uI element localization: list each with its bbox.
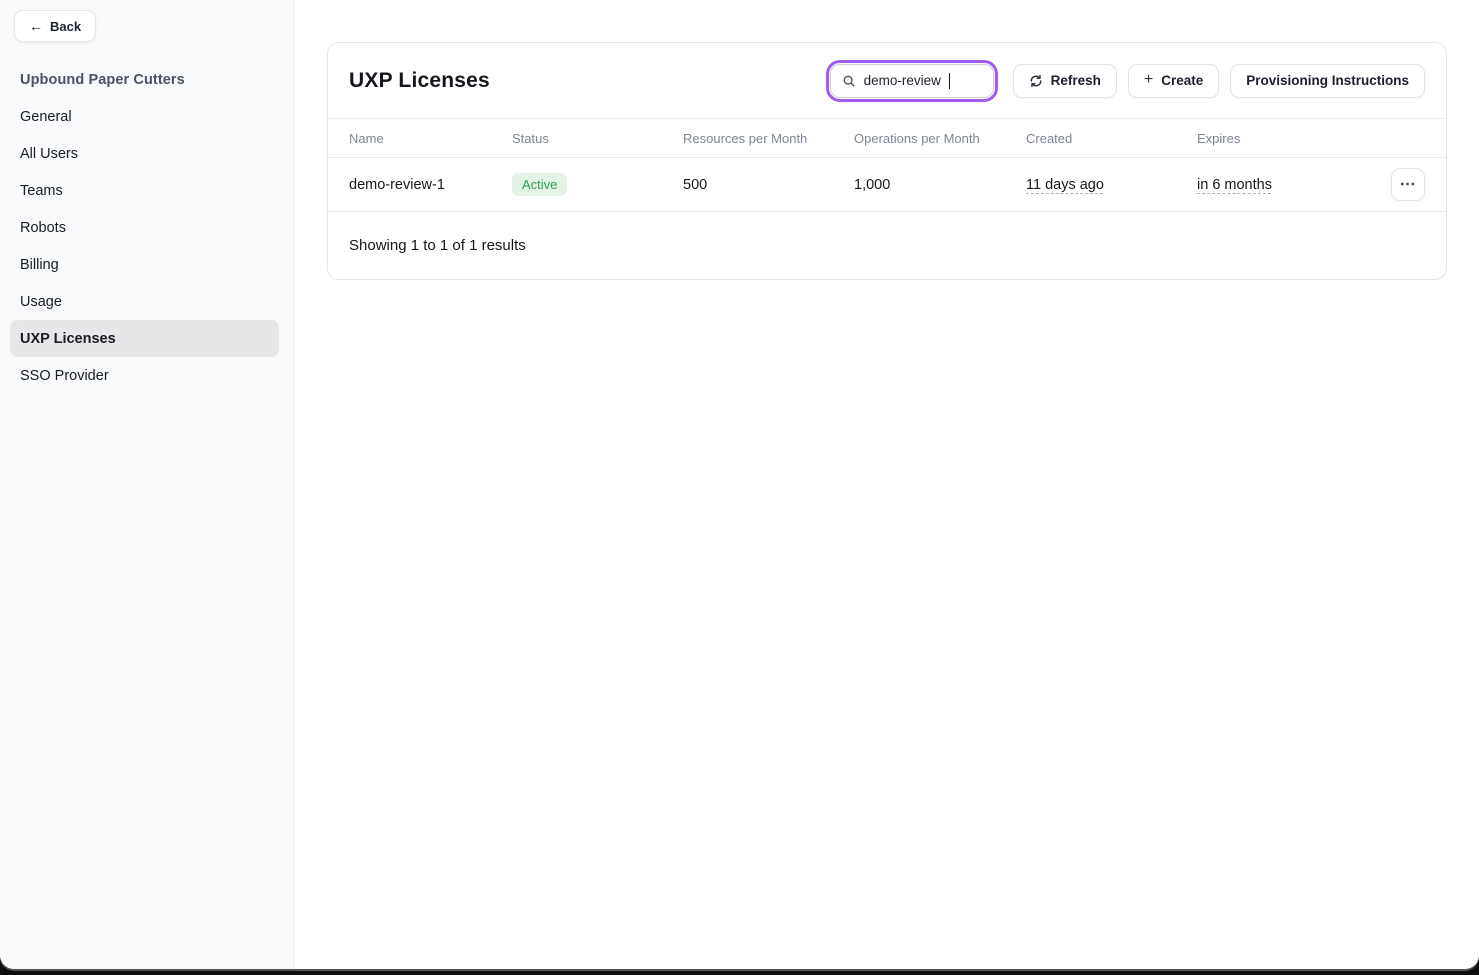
column-header-status: Status bbox=[512, 131, 683, 146]
column-header-resources: Resources per Month bbox=[683, 131, 854, 146]
license-resources: 500 bbox=[683, 177, 854, 193]
org-title: Upbound Paper Cutters bbox=[0, 61, 293, 98]
main-content: UXP Licenses demo-review bbox=[294, 0, 1479, 969]
results-summary: Showing 1 to 1 of 1 results bbox=[349, 237, 526, 254]
column-header-operations: Operations per Month bbox=[854, 131, 1026, 146]
sidebar-item-robots[interactable]: Robots bbox=[10, 209, 279, 246]
plus-icon: + bbox=[1144, 72, 1153, 88]
card-footer: Showing 1 to 1 of 1 results bbox=[328, 212, 1446, 279]
refresh-button-label: Refresh bbox=[1051, 73, 1101, 88]
sidebar-item-sso-provider[interactable]: SSO Provider bbox=[10, 357, 279, 394]
provisioning-instructions-button[interactable]: Provisioning Instructions bbox=[1230, 64, 1425, 98]
sidebar-item-usage[interactable]: Usage bbox=[10, 283, 279, 320]
column-header-name: Name bbox=[349, 131, 512, 146]
license-created-cell: 11 days ago bbox=[1026, 177, 1197, 193]
created-relative-time[interactable]: 11 days ago bbox=[1026, 177, 1104, 193]
sidebar-item-billing[interactable]: Billing bbox=[10, 246, 279, 283]
refresh-icon bbox=[1029, 74, 1043, 88]
create-button-label: Create bbox=[1161, 73, 1203, 88]
search-value: demo-review bbox=[864, 73, 941, 88]
license-operations: 1,000 bbox=[854, 177, 1026, 193]
page-title: UXP Licenses bbox=[349, 69, 490, 93]
search-icon bbox=[842, 74, 856, 88]
create-button[interactable]: + Create bbox=[1128, 64, 1219, 98]
refresh-button[interactable]: Refresh bbox=[1013, 64, 1117, 98]
row-menu-button[interactable]: ⋯ bbox=[1391, 168, 1425, 201]
back-button-label: Back bbox=[50, 19, 81, 34]
settings-sidebar: ← Back Upbound Paper Cutters General All… bbox=[0, 0, 294, 969]
sidebar-nav: Upbound Paper Cutters General All Users … bbox=[0, 61, 293, 394]
table-header-row: Name Status Resources per Month Operatio… bbox=[328, 119, 1446, 158]
status-badge: Active bbox=[512, 173, 567, 196]
app-window: ← Back Upbound Paper Cutters General All… bbox=[0, 0, 1479, 969]
card-header: UXP Licenses demo-review bbox=[328, 43, 1446, 119]
ellipsis-icon: ⋯ bbox=[1400, 177, 1417, 193]
column-header-expires: Expires bbox=[1197, 131, 1381, 146]
sidebar-item-uxp-licenses[interactable]: UXP Licenses bbox=[10, 320, 279, 357]
sidebar-item-teams[interactable]: Teams bbox=[10, 172, 279, 209]
back-button[interactable]: ← Back bbox=[14, 10, 96, 42]
sidebar-item-all-users[interactable]: All Users bbox=[10, 135, 279, 172]
license-name: demo-review-1 bbox=[349, 177, 512, 193]
back-arrow-icon: ← bbox=[29, 19, 43, 33]
license-status-cell: Active bbox=[512, 173, 683, 196]
provisioning-instructions-label: Provisioning Instructions bbox=[1246, 73, 1409, 88]
table-row: demo-review-1 Active 500 1,000 11 days a… bbox=[328, 158, 1446, 212]
text-caret bbox=[949, 73, 951, 89]
search-input[interactable]: demo-review bbox=[830, 64, 994, 98]
expires-relative-time[interactable]: in 6 months bbox=[1197, 177, 1272, 193]
license-expires-cell: in 6 months bbox=[1197, 177, 1381, 193]
uxp-licenses-card: UXP Licenses demo-review bbox=[327, 42, 1447, 280]
column-header-created: Created bbox=[1026, 131, 1197, 146]
toolbar: demo-review Refresh + bbox=[830, 64, 1425, 98]
sidebar-item-general[interactable]: General bbox=[10, 98, 279, 135]
row-actions-cell: ⋯ bbox=[1381, 168, 1425, 201]
